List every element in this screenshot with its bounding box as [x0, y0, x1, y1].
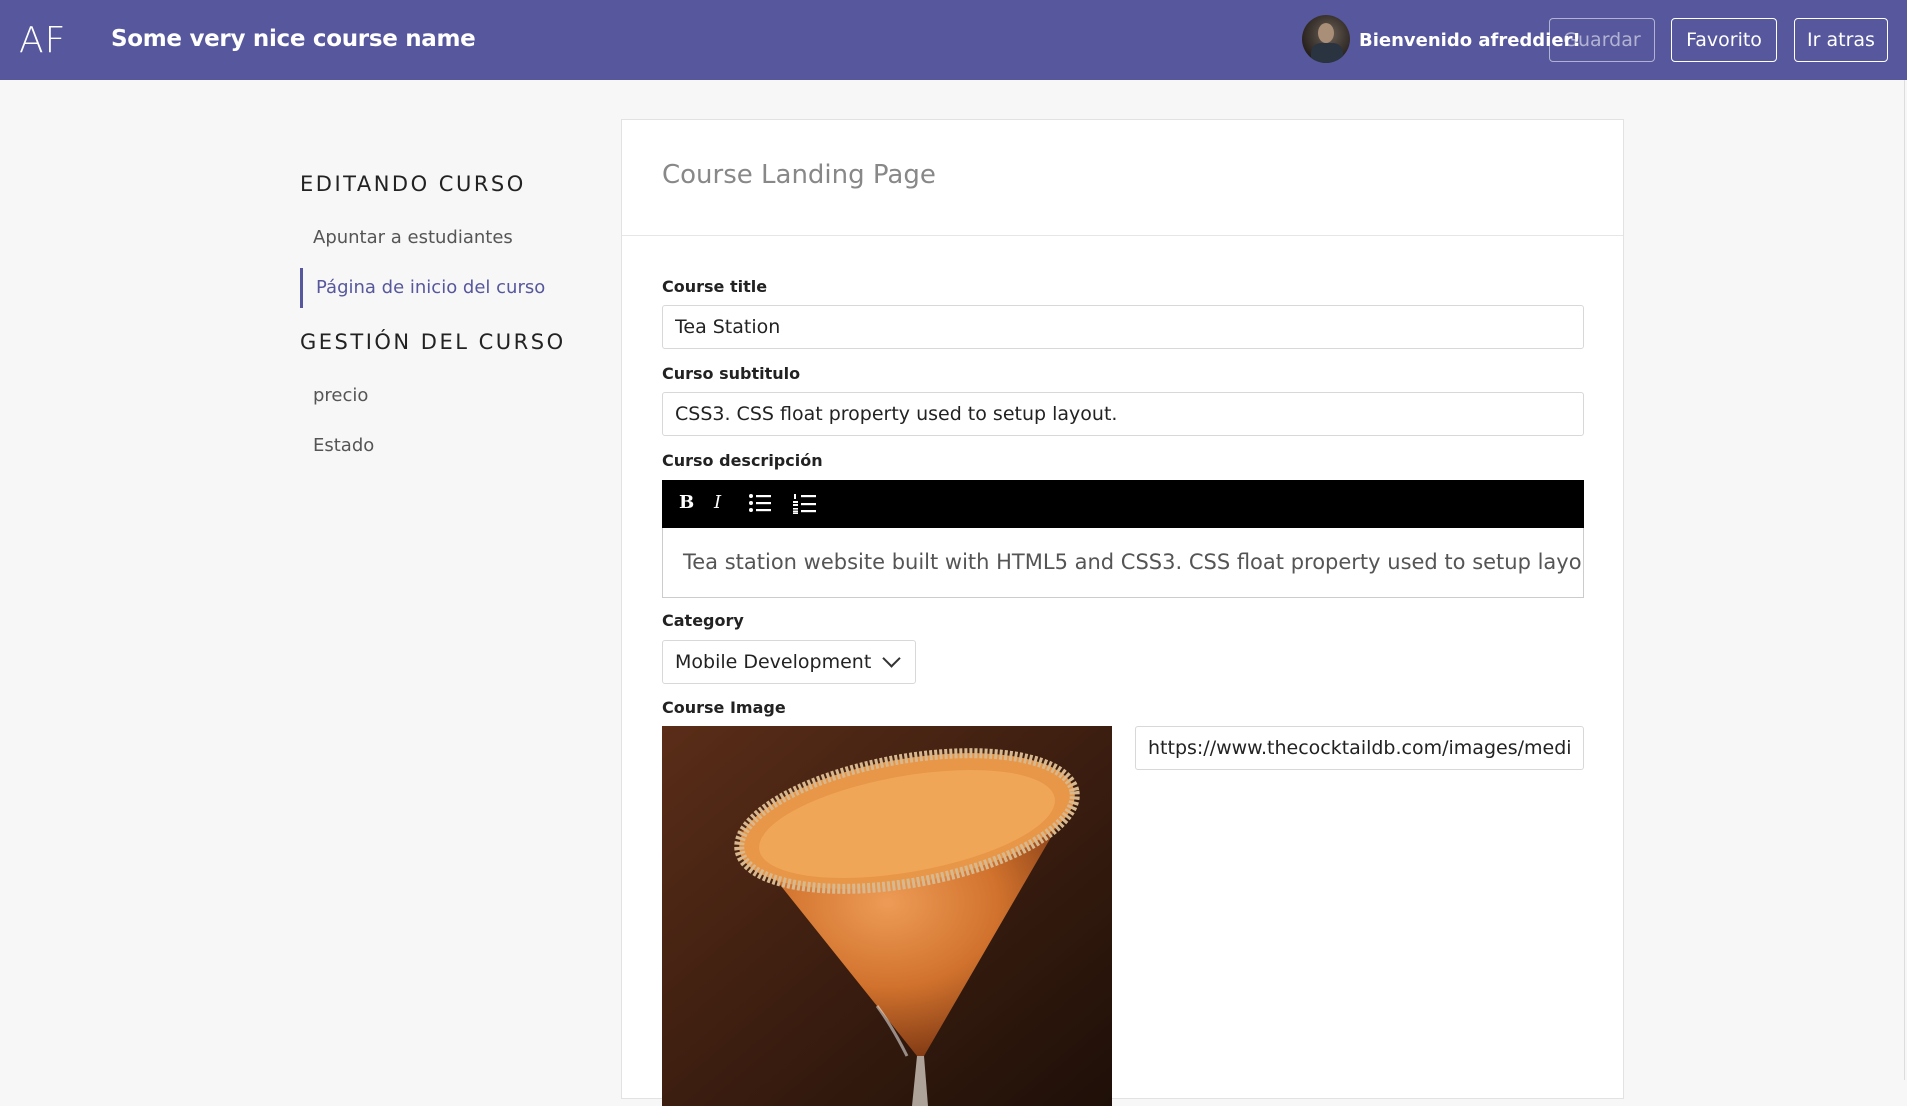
- course-title-input[interactable]: [662, 305, 1584, 349]
- page-title: Course Landing Page: [662, 160, 936, 190]
- app-logo[interactable]: AF: [19, 20, 66, 61]
- bold-button[interactable]: B: [679, 492, 694, 513]
- description-editor[interactable]: Tea station website built with HTML5 and…: [662, 528, 1584, 598]
- italic-button[interactable]: I: [714, 492, 721, 513]
- course-name: Some very nice course name: [111, 26, 476, 52]
- bullet-list-icon[interactable]: [748, 493, 772, 518]
- category-select[interactable]: Mobile Development: [662, 640, 916, 684]
- course-image: [662, 726, 1112, 1106]
- sidebar-heading-management: GESTIÓN DEL CURSO: [300, 330, 566, 354]
- course-image-label: Course Image: [662, 698, 786, 717]
- sidebar-item-enroll-students[interactable]: Apuntar a estudiantes: [313, 227, 513, 248]
- description-label: Curso descripción: [662, 451, 823, 470]
- avatar-body: [1311, 43, 1343, 63]
- subtitle-label: Curso subtitulo: [662, 364, 801, 383]
- subtitle-input[interactable]: [662, 392, 1584, 436]
- sidebar-item-landing-page[interactable]: Página de inicio del curso: [316, 277, 545, 298]
- divider: [622, 235, 1623, 236]
- avatar[interactable]: [1302, 15, 1350, 63]
- save-button[interactable]: Guardar: [1549, 18, 1655, 62]
- scrollbar-edge: [1904, 80, 1905, 1080]
- chevron-down-icon: [882, 649, 901, 668]
- top-navbar: AF Some very nice course name Bienvenido…: [0, 0, 1907, 80]
- sidebar-item-status[interactable]: Estado: [313, 435, 374, 456]
- favorite-button[interactable]: Favorito: [1671, 18, 1777, 62]
- sidebar-item-price[interactable]: precio: [313, 385, 368, 406]
- editor-toolbar: B I: [662, 480, 1584, 528]
- back-button[interactable]: Ir atras: [1794, 18, 1888, 62]
- active-indicator: [300, 268, 303, 308]
- numbered-list-icon[interactable]: [793, 493, 817, 519]
- category-selected-value: Mobile Development: [675, 651, 872, 673]
- sidebar-heading-editing: EDITANDO CURSO: [300, 172, 526, 196]
- course-landing-panel: Course Landing Page Course title Curso s…: [621, 119, 1624, 1106]
- course-title-label: Course title: [662, 277, 768, 296]
- category-label: Category: [662, 611, 744, 630]
- cocktail-image: [662, 726, 1112, 1106]
- image-url-input[interactable]: [1135, 726, 1584, 770]
- avatar-face: [1318, 23, 1334, 43]
- welcome-text: Bienvenido afreddier!: [1359, 30, 1581, 51]
